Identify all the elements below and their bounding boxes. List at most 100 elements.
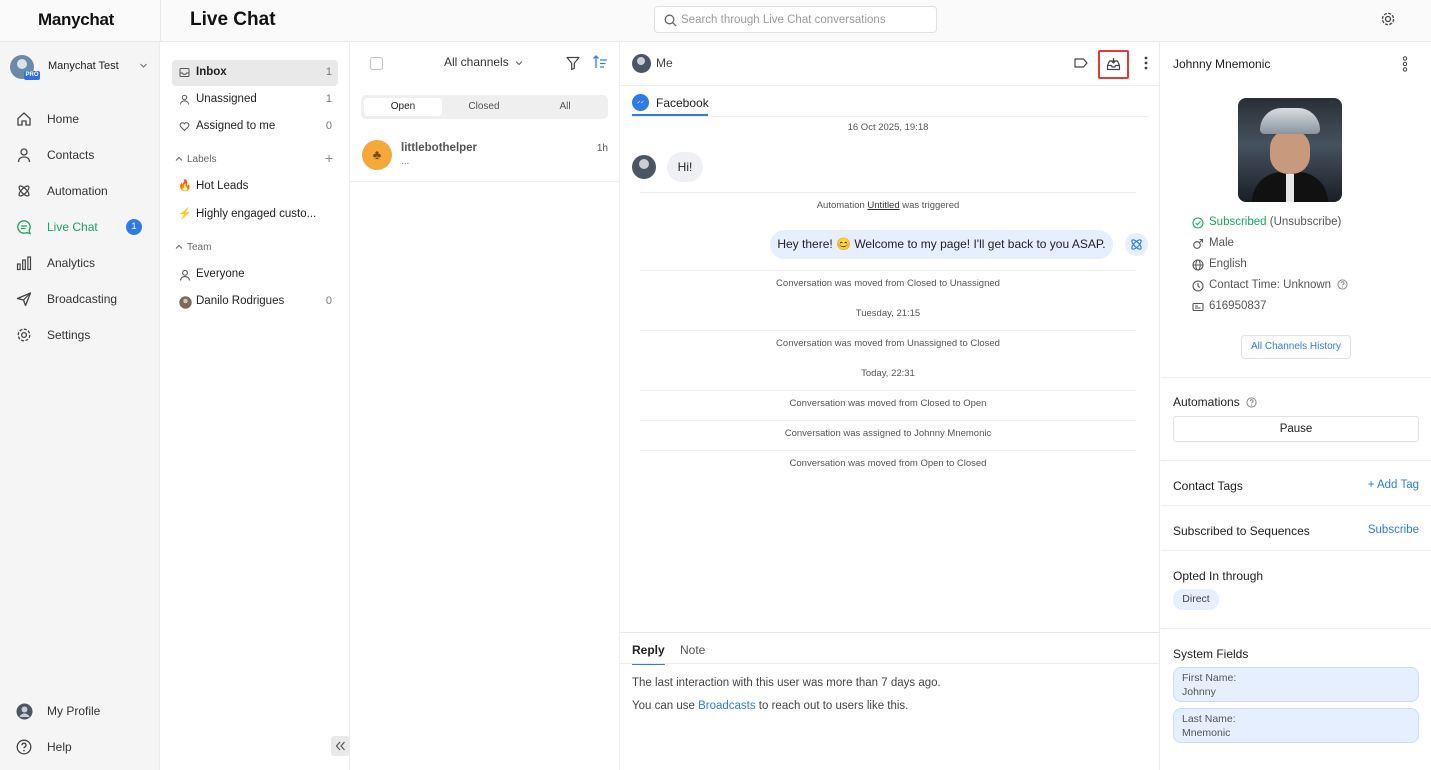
analytics-icon bbox=[16, 256, 32, 271]
move-to-inbox-button[interactable] bbox=[1098, 50, 1129, 79]
conversation-time: 1h bbox=[596, 143, 608, 154]
conversation-list-panel: All channels Open Closed All ♣ littlebot… bbox=[350, 42, 620, 770]
profile-avatar-icon bbox=[16, 703, 33, 720]
automations-section: Automations bbox=[1173, 395, 1257, 409]
contact-avatar bbox=[632, 155, 656, 179]
subscribe-sequence-button[interactable]: Subscribe bbox=[1368, 524, 1419, 536]
contact-id-value: 616950837 bbox=[1209, 300, 1267, 312]
channel-filter-dropdown[interactable]: All channels bbox=[444, 55, 523, 69]
tab-facebook[interactable]: Facebook bbox=[632, 94, 709, 116]
divider bbox=[640, 192, 1136, 193]
label-name: Highly engaged custo... bbox=[196, 208, 317, 220]
inbox-tray-icon bbox=[1106, 58, 1121, 71]
system-event: Conversation was moved from Closed to Op… bbox=[789, 398, 987, 409]
pause-automations-button[interactable]: Pause bbox=[1173, 416, 1419, 442]
heart-icon bbox=[179, 122, 190, 132]
nav-my-profile[interactable]: My Profile bbox=[0, 693, 160, 729]
divider bbox=[632, 116, 1148, 117]
info-icon[interactable] bbox=[1337, 279, 1348, 291]
id-card-icon bbox=[1192, 302, 1204, 312]
team-danilo-rodrigues[interactable]: Danilo Rodrigues 0 bbox=[172, 289, 338, 315]
nav-contacts[interactable]: Contacts bbox=[0, 137, 160, 173]
team-heading: Team bbox=[187, 242, 212, 253]
help-icon bbox=[16, 739, 32, 755]
nav-home[interactable]: Home bbox=[0, 101, 160, 137]
team-section-toggle[interactable]: Team bbox=[175, 242, 211, 253]
label-highly-engaged[interactable]: ⚡ Highly engaged custo... bbox=[172, 202, 338, 228]
check-circle-icon bbox=[1192, 217, 1204, 229]
tab-reply[interactable]: Reply bbox=[632, 643, 665, 665]
nav-label: Help bbox=[47, 740, 72, 754]
nav-label: Settings bbox=[47, 328, 91, 342]
tab-note[interactable]: Note bbox=[680, 643, 705, 657]
add-label-button[interactable]: + bbox=[325, 150, 333, 166]
select-all-checkbox[interactable] bbox=[370, 57, 383, 70]
more-vertical-icon[interactable] bbox=[1402, 56, 1408, 72]
settings-icon bbox=[17, 328, 31, 342]
nav-live-chat[interactable]: Live Chat 1 bbox=[0, 209, 160, 245]
last-name-field[interactable]: Last Name: Mnemonic bbox=[1173, 708, 1419, 743]
contact-language: English bbox=[1192, 258, 1247, 271]
team-everyone[interactable]: Everyone bbox=[172, 262, 338, 288]
label-tag-icon[interactable] bbox=[1074, 57, 1088, 69]
contact-tags-heading: Contact Tags bbox=[1173, 479, 1243, 493]
chevron-down-icon bbox=[140, 63, 147, 68]
globe-icon bbox=[1192, 259, 1204, 271]
sort-icon[interactable] bbox=[592, 54, 608, 70]
folder-count: 1 bbox=[325, 93, 332, 105]
segment-open[interactable]: Open bbox=[364, 98, 442, 116]
collapse-sidebar-button[interactable] bbox=[331, 736, 350, 756]
manychat-logo[interactable]: Manychat bbox=[38, 10, 114, 30]
account-switcher[interactable]: PRO Manychat Test bbox=[10, 54, 150, 80]
nav-automation[interactable]: Automation bbox=[0, 173, 160, 209]
segment-closed[interactable]: Closed bbox=[445, 98, 523, 116]
broadcasts-link[interactable]: Broadcasts bbox=[698, 700, 756, 712]
page-title: Live Chat bbox=[190, 9, 276, 30]
divider bbox=[640, 330, 1136, 331]
divider bbox=[640, 270, 1136, 271]
folder-assigned-to-me[interactable]: Assigned to me 0 bbox=[172, 114, 338, 140]
filter-icon[interactable] bbox=[566, 56, 580, 70]
messenger-icon bbox=[632, 94, 649, 111]
home-icon bbox=[17, 112, 31, 126]
all-channels-history-button[interactable]: All Channels History bbox=[1241, 335, 1351, 359]
gear-icon[interactable] bbox=[1380, 11, 1396, 27]
nav-broadcasting[interactable]: Broadcasting bbox=[0, 281, 160, 317]
divider bbox=[640, 420, 1136, 421]
conversation-row[interactable]: ♣ littlebothelper ... 1h bbox=[350, 128, 620, 182]
divider bbox=[640, 390, 1136, 391]
contact-profile-panel: Johnny Mnemonic Subscribed (Unsubscribe)… bbox=[1161, 42, 1431, 770]
system-event: Conversation was assigned to Johnny Mnem… bbox=[784, 428, 992, 439]
field-value: Mnemonic bbox=[1182, 727, 1231, 739]
first-name-field[interactable]: First Name: Johnny bbox=[1173, 667, 1419, 702]
nav-help[interactable]: Help bbox=[0, 729, 160, 765]
field-value: Johnny bbox=[1182, 686, 1216, 698]
folder-inbox[interactable]: Inbox 1 bbox=[172, 60, 338, 86]
labels-section-toggle[interactable]: Labels bbox=[175, 154, 216, 165]
nav-analytics[interactable]: Analytics bbox=[0, 245, 160, 281]
fire-icon: 🔥 bbox=[178, 180, 192, 192]
automations-heading: Automations bbox=[1173, 395, 1240, 409]
nav-settings[interactable]: Settings bbox=[0, 317, 160, 353]
info-icon[interactable] bbox=[1246, 397, 1257, 408]
field-key: Last Name: bbox=[1182, 713, 1236, 725]
search-input[interactable] bbox=[681, 11, 931, 29]
chevron-up-icon bbox=[175, 157, 183, 162]
add-tag-button[interactable]: + Add Tag bbox=[1368, 479, 1419, 491]
broadcast-hint: You can use Broadcasts to reach out to u… bbox=[632, 700, 908, 712]
folder-unassigned[interactable]: Unassigned 1 bbox=[172, 87, 338, 113]
channel-tab-label: Facebook bbox=[656, 96, 709, 110]
chat-header: Me bbox=[620, 42, 1160, 86]
unsubscribe-link[interactable]: (Unsubscribe) bbox=[1267, 216, 1342, 228]
segment-all[interactable]: All bbox=[526, 98, 604, 116]
search-box[interactable] bbox=[654, 6, 937, 33]
more-vertical-icon[interactable] bbox=[1144, 56, 1148, 70]
assignee-selector[interactable]: Me bbox=[656, 56, 673, 70]
language-value: English bbox=[1209, 258, 1247, 270]
automation-icon bbox=[18, 185, 30, 197]
divider bbox=[1161, 377, 1431, 378]
folder-count: 1 bbox=[325, 66, 332, 78]
label-hot-leads[interactable]: 🔥 Hot Leads bbox=[172, 174, 338, 200]
contacts-icon bbox=[17, 148, 31, 163]
automation-link[interactable]: Untitled bbox=[867, 200, 899, 211]
